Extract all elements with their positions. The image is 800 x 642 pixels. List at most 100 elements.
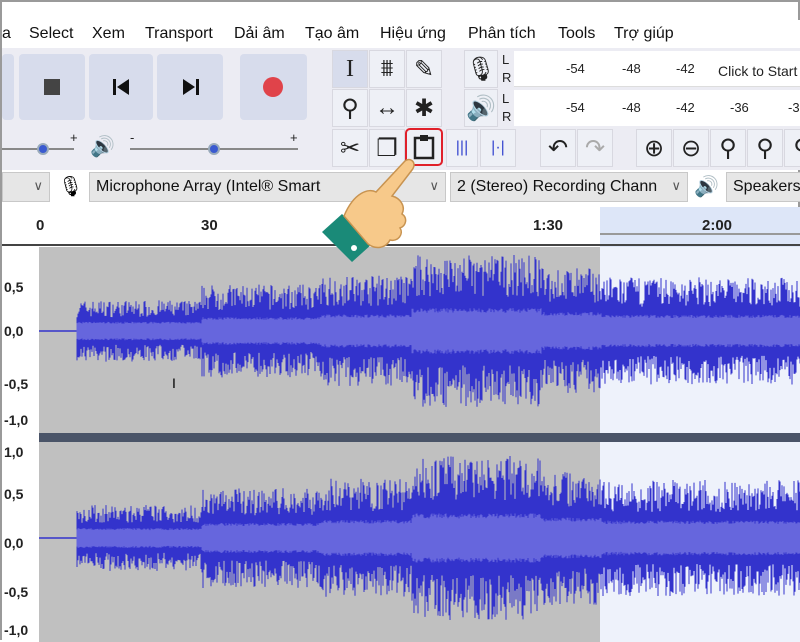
zoom-in-icon: ⊕: [643, 134, 665, 162]
time-label: 30: [201, 217, 218, 234]
text-cursor-icon: I: [172, 375, 176, 391]
fit-project-icon: ⚲: [756, 134, 774, 162]
amplitude-label: -0,5: [4, 584, 29, 600]
right-channel-label: R: [502, 109, 512, 124]
meter-tick: -48: [622, 100, 641, 115]
skip-to-end-button[interactable]: [157, 54, 223, 120]
fit-project-button[interactable]: ⚲: [747, 129, 783, 167]
meter-tick: -3: [788, 100, 800, 115]
microphone-icon: 🎙: [58, 176, 84, 198]
skip-end-icon: [183, 79, 199, 95]
menu-item-analyze[interactable]: Phân tích: [468, 25, 536, 43]
menu-item-select[interactable]: Select: [29, 25, 73, 43]
menu-item-effect[interactable]: Hiệu ứng: [380, 25, 446, 43]
plus-label: +: [70, 130, 78, 145]
undo-icon: ↶: [547, 134, 569, 162]
amplitude-label: 0,0: [4, 535, 24, 551]
amplitude-label: 0,5: [4, 279, 24, 295]
zoom-toggle-button[interactable]: ⚲: [784, 129, 800, 167]
time-shift-tool[interactable]: ↔: [369, 89, 405, 127]
amplitude-label: -1,0: [4, 622, 29, 638]
menu-bar: a Select Xem Transport Dải âm Tạo âm Hiệ…: [2, 20, 800, 48]
record-meter[interactable]: -54 -48 -42 Click to Start: [514, 51, 800, 87]
playback-meter[interactable]: -54 -48 -42 -36 -3: [514, 90, 800, 126]
meter-tick: -48: [622, 61, 641, 76]
speaker-icon: 🔊: [466, 94, 496, 122]
menu-item-generate[interactable]: Tạo âm: [305, 25, 359, 43]
meter-tick: -54: [566, 61, 585, 76]
meter-tick: -42: [676, 61, 695, 76]
audio-host-dropdown[interactable]: ∨: [2, 172, 50, 202]
output-device-value: Speakers: [733, 178, 800, 195]
record-meter-button[interactable]: 🎙: [464, 50, 498, 88]
vertical-scale: [2, 247, 39, 433]
undo-button[interactable]: ↶: [540, 129, 576, 167]
minus-label: -: [130, 130, 135, 145]
i-beam-icon: I: [346, 55, 354, 82]
stop-button[interactable]: [19, 54, 85, 120]
menu-item-tracks[interactable]: Dải âm: [234, 25, 285, 43]
menu-item-transport[interactable]: Transport: [145, 25, 213, 43]
silence-button[interactable]: |·|: [480, 129, 516, 167]
amplitude-label: -1,0: [4, 412, 29, 428]
zoom-in-button[interactable]: ⊕: [636, 129, 672, 167]
left-channel-label: L: [502, 52, 510, 67]
zoom-out-button[interactable]: ⊖: [673, 129, 709, 167]
left-channel-label: L: [502, 91, 510, 106]
plus-label: +: [290, 130, 298, 145]
double-arrow-icon: ↔: [375, 94, 399, 121]
pointing-hand-icon: [322, 158, 415, 262]
menu-item-view[interactable]: Xem: [92, 25, 125, 43]
chevron-down-icon: ∨: [671, 178, 681, 193]
track-separator[interactable]: [39, 433, 800, 442]
chevron-down-icon: ∨: [429, 178, 439, 193]
envelope-icon: ⩩: [380, 55, 394, 82]
envelope-tool[interactable]: ⩩: [369, 50, 405, 88]
time-label: 2:00: [702, 217, 733, 234]
asterisk-icon: ✱: [413, 94, 435, 122]
zoom-out-icon: ⊖: [680, 134, 702, 162]
right-channel-label: R: [502, 70, 512, 85]
speaker-icon: 🔊: [90, 136, 115, 158]
fit-selection-button[interactable]: ⚲: [710, 129, 746, 167]
zoom-toggle-icon: ⚲: [793, 134, 800, 163]
selection-region: [600, 207, 800, 247]
fit-selection-icon: ⚲: [719, 134, 737, 162]
amplitude-label: 1,0: [4, 444, 24, 460]
meter-tick: -54: [566, 100, 585, 115]
selection-bar[interactable]: [600, 233, 800, 235]
time-label: 1:30: [533, 217, 564, 234]
click-to-start-monitoring[interactable]: Click to Start: [718, 63, 797, 79]
meter-tick: -36: [730, 100, 749, 115]
slider-thumb[interactable]: [37, 143, 49, 155]
record-button[interactable]: [240, 54, 307, 120]
output-device-dropdown[interactable]: Speakers: [726, 172, 800, 202]
menu-item-help[interactable]: Trợ giúp: [614, 25, 674, 43]
trim-audio-icon: |||: [455, 139, 469, 156]
draw-tool[interactable]: ✎: [406, 50, 442, 88]
play-meter-button[interactable]: 🔊: [464, 89, 498, 127]
skip-start-icon: [113, 79, 129, 95]
tracks-area[interactable]: [2, 247, 800, 642]
stop-icon: [44, 79, 60, 95]
trim-button[interactable]: |||: [446, 129, 478, 167]
silence-audio-icon: |·|: [491, 139, 505, 156]
microphone-icon: 🎙: [465, 55, 497, 83]
channels-dropdown[interactable]: 2 (Stereo) Recording Chann ∨: [450, 172, 688, 202]
menu-item-edit[interactable]: a: [2, 25, 11, 43]
zoom-tool[interactable]: ⚲: [332, 89, 368, 127]
multi-tool[interactable]: ✱: [406, 89, 442, 127]
redo-icon: ↷: [584, 134, 606, 162]
amplitude-label: 0,0: [4, 323, 24, 339]
menu-item-tools[interactable]: Tools: [558, 25, 595, 43]
record-icon: [263, 77, 283, 97]
redo-button[interactable]: ↷: [577, 129, 613, 167]
selection-tool[interactable]: I: [332, 50, 368, 88]
magnifier-icon: ⚲: [341, 94, 359, 122]
pencil-icon: ✎: [413, 55, 435, 83]
input-device-value: Microphone Array (Intel® Smart: [96, 178, 321, 195]
skip-to-start-button[interactable]: [89, 54, 153, 120]
pause-button[interactable]: [2, 54, 14, 120]
meter-tick: -42: [676, 100, 695, 115]
slider-thumb[interactable]: [208, 143, 220, 155]
